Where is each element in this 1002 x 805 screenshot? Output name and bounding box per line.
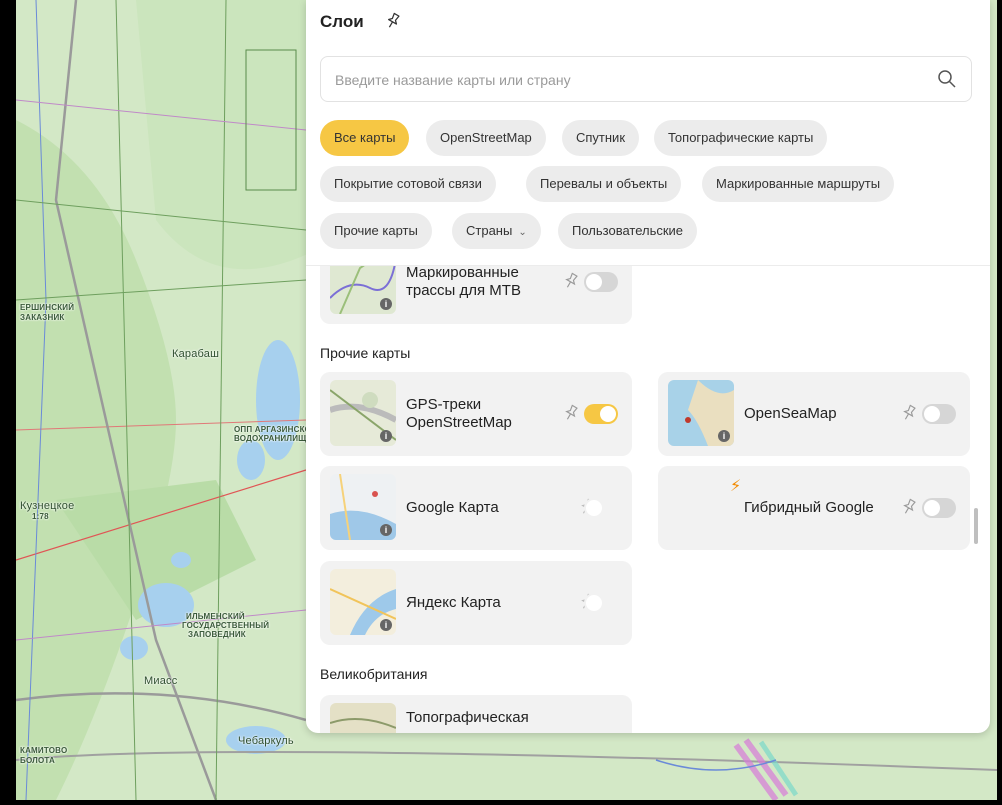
map-thumbnail-image — [330, 703, 396, 733]
map-scale-label: 1:78 — [32, 512, 49, 521]
map-reserve-label: ГОСУДАРСТВЕННЫЙ — [182, 621, 270, 630]
panel-title: Слои — [320, 12, 364, 31]
map-reserve-label: ВОДОХРАНИЛИЩЕ — [234, 434, 313, 443]
chip-all-maps[interactable]: Все карты — [320, 120, 410, 156]
layer-name: Яндекс Карта — [406, 594, 501, 611]
layer-toggle[interactable] — [584, 593, 618, 613]
chevron-down-icon: ⌄ — [518, 227, 527, 238]
layer-thumbnail: i — [330, 380, 396, 446]
search-box — [320, 56, 972, 103]
chip-cell-coverage[interactable]: Покрытие сотовой связи — [320, 166, 496, 202]
pin-icon[interactable] — [900, 404, 918, 422]
section-title-uk: Великобритания — [320, 666, 428, 682]
layer-name: GPS-треки OpenStreetMap — [406, 396, 512, 431]
info-icon[interactable]: i — [718, 430, 730, 442]
map-reserve-label: БОЛОТА — [20, 756, 55, 765]
layer-card-openseamap[interactable]: i OpenSeaMap — [658, 372, 970, 456]
layers-panel: Слои Все карты OpenStreetMap Спутник Топ… — [306, 0, 990, 733]
chip-passes[interactable]: Перевалы и объекты — [526, 166, 682, 202]
layer-toggle[interactable] — [584, 404, 618, 424]
pin-icon[interactable] — [562, 404, 580, 422]
chip-marked-routes[interactable]: Маркированные маршруты — [702, 166, 895, 202]
chip-countries[interactable]: Страны ⌄ — [452, 213, 541, 249]
map-reserve-label: ЗАПОВЕДНИК — [188, 630, 246, 639]
layer-card-uk-topographic[interactable]: Топографическая — [320, 695, 632, 733]
layers-panel-header: Слои Все карты OpenStreetMap Спутник Топ… — [306, 0, 990, 266]
section-title-other-maps: Прочие карты — [320, 345, 411, 361]
map-reserve-label: ОПП АРГАЗИНСКОЕ — [234, 425, 317, 434]
layer-card-google[interactable]: i Google Карта — [320, 466, 632, 550]
lightning-icon: ⚡ — [730, 478, 742, 495]
search-icon[interactable] — [937, 69, 957, 89]
map-reserve-label: ЗАКАЗНИК — [20, 313, 65, 322]
layer-thumbnail: i — [330, 474, 396, 540]
layer-toggle[interactable] — [922, 498, 956, 518]
map-reserve-label: ЕРШИНСКИЙ — [20, 303, 75, 312]
layer-card-hybrid-google[interactable]: ⚡ Гибридный Google — [658, 466, 970, 550]
map-place-label: Миасс — [144, 675, 178, 687]
layer-thumbnail — [330, 703, 396, 733]
info-icon[interactable]: i — [380, 619, 392, 631]
map-place-label: Кузнецкое — [20, 500, 75, 512]
search-input[interactable] — [333, 57, 927, 103]
layer-card-gps-tracks[interactable]: i GPS-треки OpenStreetMap — [320, 372, 632, 456]
layer-toggle[interactable] — [922, 404, 956, 424]
chip-other-maps[interactable]: Прочие карты — [320, 213, 432, 249]
layer-thumbnail: i — [330, 569, 396, 635]
info-icon[interactable]: i — [380, 430, 392, 442]
layer-name: OpenSeaMap — [744, 405, 837, 422]
map-place-label: Чебаркуль — [238, 735, 294, 747]
pin-icon[interactable] — [900, 498, 918, 516]
chip-countries-label: Страны — [466, 223, 513, 238]
layer-thumbnail: i — [668, 380, 734, 446]
layer-name: Гибридный Google — [744, 499, 874, 516]
pin-icon[interactable] — [384, 12, 402, 30]
pin-icon[interactable] — [562, 272, 580, 290]
chip-topographic[interactable]: Топографические карты — [654, 120, 828, 156]
panel-scrollbar[interactable] — [974, 508, 978, 544]
map-place-label: Карабаш — [172, 348, 220, 360]
layer-toggle[interactable] — [584, 272, 618, 292]
app-frame: Карабаш Миасс Чебаркуль Кузнецкое ЕРШИНС… — [16, 0, 997, 800]
info-icon[interactable]: i — [380, 524, 392, 536]
layer-card-yandex[interactable]: i Яндекс Карта — [320, 561, 632, 645]
chip-custom[interactable]: Пользовательские — [558, 213, 698, 249]
layer-name: Google Карта — [406, 499, 499, 516]
chip-satellite[interactable]: Спутник — [562, 120, 640, 156]
map-reserve-label: КАМИТОВО — [20, 746, 68, 755]
chip-openstreetmap[interactable]: OpenStreetMap — [426, 120, 546, 156]
info-icon[interactable]: i — [380, 298, 392, 310]
layer-name: Топографическая — [406, 709, 529, 726]
map-reserve-label: ИЛЬМЕНСКИЙ — [186, 612, 245, 621]
layer-toggle[interactable] — [584, 498, 618, 518]
